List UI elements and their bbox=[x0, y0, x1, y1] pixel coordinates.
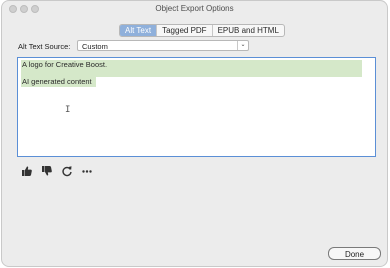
title-bar: Object Export Options bbox=[2, 1, 387, 18]
alt-text-textarea[interactable]: A logo for Creative Boost. AI generated … bbox=[17, 57, 376, 157]
thumbs-down-icon[interactable] bbox=[41, 165, 53, 177]
tab-tagged-pdf[interactable]: Tagged PDF bbox=[156, 25, 211, 36]
more-icon[interactable] bbox=[81, 165, 93, 177]
alt-text-source-select[interactable]: Custom ⌄ bbox=[77, 40, 249, 51]
thumbs-up-icon[interactable] bbox=[21, 165, 33, 177]
alt-text-source-label: Alt Text Source: bbox=[18, 42, 71, 51]
dialog-window: Object Export Options Alt Text Tagged PD… bbox=[1, 0, 388, 267]
alt-text-line: A logo for Creative Boost. bbox=[22, 60, 108, 69]
alt-text-source-value: Custom bbox=[82, 42, 108, 51]
done-button[interactable]: Done bbox=[328, 247, 381, 260]
window-title: Object Export Options bbox=[155, 4, 234, 13]
feedback-toolbar bbox=[21, 165, 93, 177]
tab-epub-and-html[interactable]: EPUB and HTML bbox=[211, 25, 284, 36]
tab-bar: Alt Text Tagged PDF EPUB and HTML bbox=[119, 24, 285, 37]
refresh-icon[interactable] bbox=[61, 165, 73, 177]
text-cursor-icon: I bbox=[65, 105, 71, 115]
tab-alt-text[interactable]: Alt Text bbox=[120, 25, 157, 36]
chevron-down-icon[interactable]: ⌄ bbox=[237, 41, 248, 50]
ai-generated-label: AI generated content bbox=[22, 77, 92, 86]
